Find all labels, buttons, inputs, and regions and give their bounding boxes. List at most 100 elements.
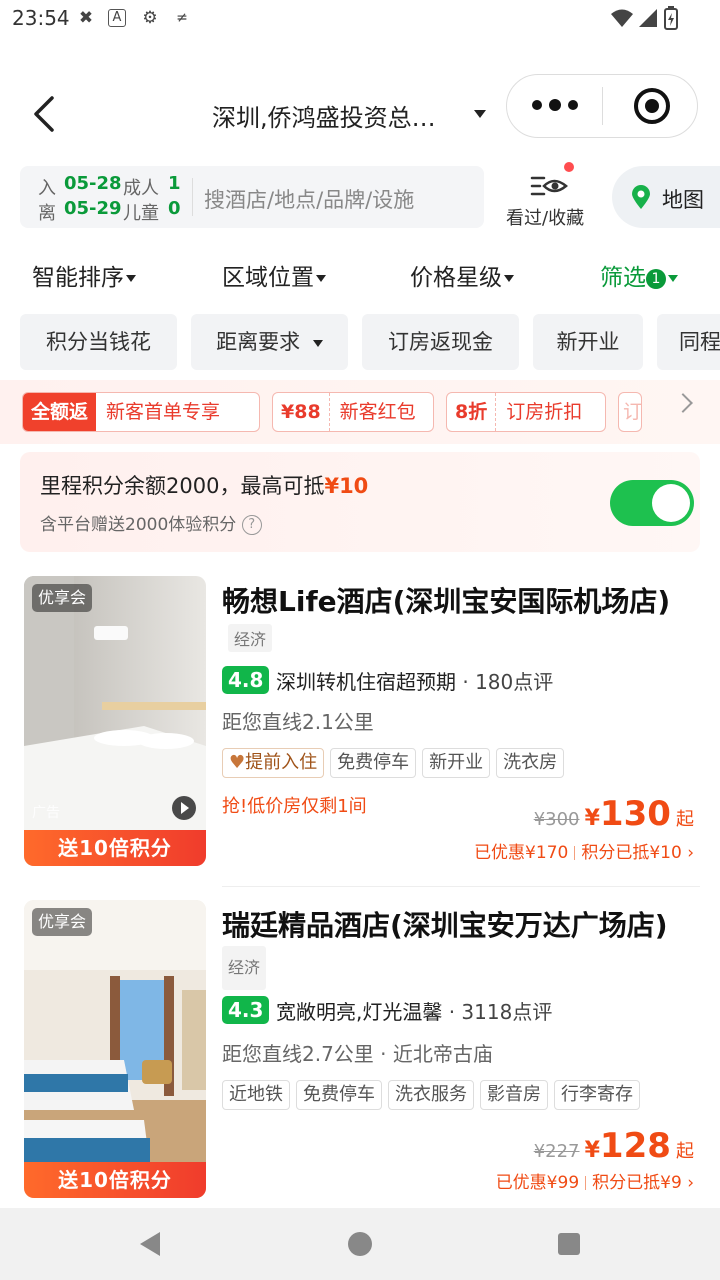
tab-smart-sort[interactable]: 智能排序 — [32, 258, 136, 292]
chip-tongcheng[interactable]: 同程 — [657, 314, 720, 370]
tab-filter[interactable]: 筛选 1 — [600, 258, 678, 292]
coupon-red-packet[interactable]: ¥88 新客红包 — [272, 392, 434, 432]
points-multiplier-band: 送10倍积分 — [24, 1162, 206, 1198]
hotel-photo[interactable]: 优享会 广告 送10倍积分 — [24, 576, 206, 866]
tab-label: 筛选 — [600, 265, 646, 291]
search-input[interactable]: 搜酒店/地点/品牌/设施 — [204, 184, 414, 214]
close-miniprogram-icon[interactable] — [634, 88, 670, 124]
member-badge: 优享会 — [32, 584, 93, 612]
chevron-right-icon: › — [687, 1173, 694, 1193]
level-tag: 经济 — [228, 624, 273, 652]
hotel-card[interactable]: 优享会 送10倍积分 瑞廷精品酒店(深圳宝安万达广场店) 经济 4.3 宽敞明亮… — [0, 900, 720, 1200]
status-bar: 23:54 ✖ A ⚙ ≠ — [0, 0, 720, 36]
amenity-tag: ♥提前入住 — [222, 748, 325, 778]
title-dropdown-icon[interactable] — [474, 110, 486, 118]
amenity-tag: 免费停车 — [296, 1080, 382, 1110]
heart-icon: ♥ — [229, 752, 246, 773]
hotel-slogan: 深圳转机住宿超预期 — [276, 670, 456, 694]
amenity-tags: ♥提前入住 免费停车 新开业 洗衣房 — [222, 748, 570, 778]
hotel-review-summary[interactable]: 宽敞明亮,灯光温馨 · 3118点评 — [276, 996, 552, 1025]
checkout-date[interactable]: 05-29 — [64, 198, 122, 219]
tag-label: 提前入住 — [245, 752, 318, 773]
tab-label: 价格星级 — [410, 265, 502, 291]
coupon-strip: 全额返 新客首单专享 ¥88 新客红包 8折 订房折扣 订 — [0, 380, 720, 444]
hotel-room-image — [24, 576, 206, 866]
coupon-first-order[interactable]: 全额返 新客首单专享 — [22, 392, 260, 432]
card-divider — [222, 886, 700, 887]
chip-cashback[interactable]: 订房返现金 — [362, 314, 519, 370]
current-price: 128 — [599, 1126, 671, 1166]
amenity-tag: 洗衣服务 — [388, 1080, 474, 1110]
points-toggle[interactable] — [610, 480, 694, 526]
eye-list-icon — [530, 176, 568, 196]
hotel-photo[interactable]: 优享会 送10倍积分 — [24, 900, 206, 1198]
points-balance: 里程积分余额2000，最高可抵¥10 — [40, 470, 368, 500]
adults-count[interactable]: 1 — [168, 173, 181, 194]
price-suffix: 起 — [676, 809, 694, 830]
current-price: 130 — [599, 794, 671, 834]
coupon-discount[interactable]: 8折 订房折扣 — [446, 392, 606, 432]
filter-count-badge: 1 — [646, 268, 666, 289]
review-count: · 180点评 — [456, 670, 554, 694]
coupon-lead: 全额返 — [23, 393, 97, 431]
discount-info[interactable]: 已优惠¥170 积分已抵¥10 › — [474, 838, 694, 863]
play-video-icon[interactable] — [172, 796, 196, 820]
points-amount: ¥10 — [324, 474, 369, 498]
hotel-card[interactable]: 优享会 广告 送10倍积分 畅想Life酒店(深圳宝安国际机场店) 经济 4.8… — [0, 576, 720, 872]
caret-down-icon — [316, 275, 326, 282]
distance-info: 距您直线2.7公里 · 近北帝古庙 — [222, 1042, 493, 1066]
hotel-name[interactable]: 畅想Life酒店(深圳宝安国际机场店) — [222, 582, 702, 622]
points-banner: 里程积分余额2000，最高可抵¥10 含平台赠送2000体验积分 ? — [20, 452, 700, 552]
coupon-more[interactable]: 订 — [618, 392, 642, 432]
chevron-right-icon: › — [687, 843, 694, 863]
amenity-tag: 洗衣房 — [496, 748, 565, 778]
children-label: 儿童 — [123, 203, 159, 224]
tab-area-location[interactable]: 区域位置 — [222, 258, 326, 292]
back-arrow-icon[interactable] — [26, 92, 66, 136]
hotel-slogan: 宽敞明亮,灯光温馨 — [276, 1000, 443, 1024]
chip-distance[interactable]: 距离要求 — [191, 314, 348, 370]
hotel-name[interactable]: 瑞廷精品酒店(深圳宝安万达广场店) 经济 — [222, 906, 692, 990]
amenity-tag: 影音房 — [480, 1080, 548, 1110]
adults-label: 成人 — [123, 178, 159, 199]
coupon-lead: 订 — [623, 401, 642, 423]
page-title[interactable]: 深圳,侨鸿盛投资总… — [212, 98, 472, 133]
checkin-date[interactable]: 05-28 — [64, 173, 122, 194]
original-price: ¥300 — [533, 809, 580, 830]
rating-score: 4.8 — [222, 666, 270, 694]
nav-home-icon[interactable] — [348, 1232, 372, 1256]
hotel-name-text: 瑞廷精品酒店(深圳宝安万达广场店) — [222, 909, 668, 942]
history-favorites-button[interactable]: 看过/收藏 — [500, 162, 596, 230]
search-bar[interactable]: 入 05-28 离 05-29 成人 1 儿童 0 搜酒店/地点/品牌/设施 — [20, 166, 484, 228]
hotel-review-summary[interactable]: 深圳转机住宿超预期 · 180点评 — [276, 666, 553, 695]
more-menu-icon[interactable] — [532, 99, 578, 112]
map-button[interactable]: 地图 — [612, 166, 720, 228]
amenity-tags: 近地铁 免费停车 洗衣服务 影音房 行李寄存 — [222, 1080, 646, 1110]
caret-down-icon — [668, 275, 678, 282]
divider — [585, 1176, 587, 1190]
caret-down-icon — [126, 275, 136, 282]
price-suffix: 起 — [676, 1141, 694, 1162]
discount-info[interactable]: 已优惠¥99 积分已抵¥9 › — [496, 1168, 694, 1193]
help-icon[interactable]: ? — [241, 515, 262, 535]
price-symbol: ¥ — [584, 1138, 600, 1163]
children-count[interactable]: 0 — [168, 198, 181, 219]
amenity-tag: 近地铁 — [222, 1080, 290, 1110]
points-text: 里程积分余额2000，最高可抵 — [40, 474, 325, 498]
chip-new-open[interactable]: 新开业 — [533, 314, 643, 370]
amenity-tag: 行李寄存 — [554, 1080, 640, 1110]
tools-icon: ✖ — [78, 8, 94, 28]
coupon-text: 新客红包 — [328, 393, 426, 431]
tab-price-star[interactable]: 价格星级 — [410, 258, 514, 292]
points-deduction: 积分已抵¥10 — [581, 843, 682, 863]
ad-label: 广告 — [32, 805, 60, 821]
nav-recents-icon[interactable] — [558, 1233, 580, 1255]
coupon-text: 新客首单专享 — [106, 401, 221, 423]
coupon-text: 订房折扣 — [495, 393, 592, 431]
chip-points-as-cash[interactable]: 积分当钱花 — [20, 314, 177, 370]
nav-back-icon[interactable] — [140, 1232, 160, 1256]
member-badge: 优享会 — [32, 908, 93, 936]
points-multiplier-band: 送10倍积分 — [24, 830, 206, 866]
coupon-lead: 8折 — [455, 401, 488, 423]
app-a-icon: A — [108, 9, 126, 27]
